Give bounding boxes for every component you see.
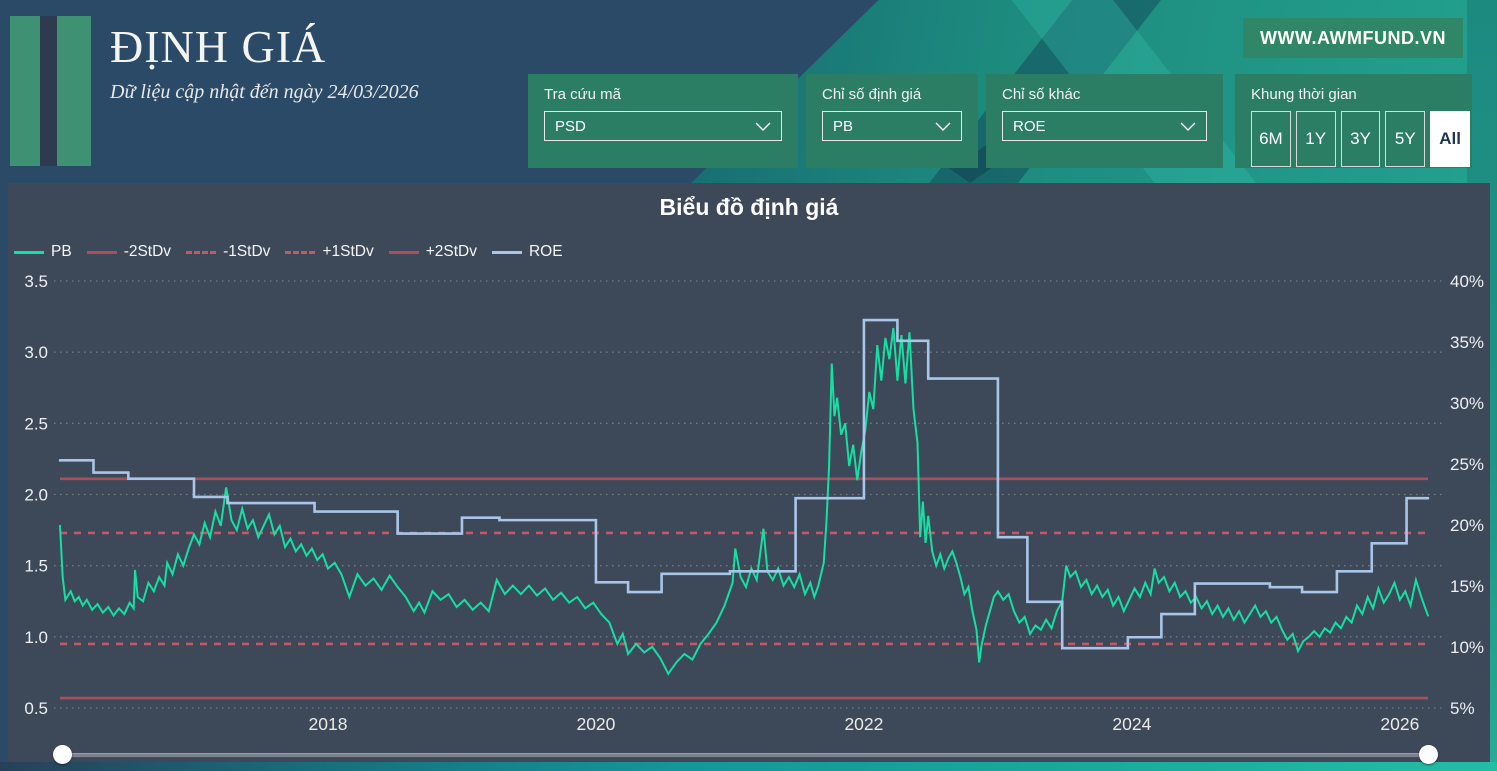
chevron-down-icon xyxy=(755,122,771,131)
date-range-slider xyxy=(8,744,1490,764)
timeframe-button-6m[interactable]: 6M xyxy=(1251,111,1291,167)
left-axis-tick: 3.5 xyxy=(24,272,48,291)
x-axis-tick: 2022 xyxy=(844,714,883,734)
right-axis-tick: 35% xyxy=(1450,333,1484,352)
right-axis-tick: 5% xyxy=(1450,699,1475,718)
timeframe-button-all[interactable]: All xyxy=(1430,111,1470,167)
right-axis-tick: 10% xyxy=(1450,638,1484,657)
left-axis-tick: 2.5 xyxy=(24,414,48,433)
logo xyxy=(10,16,91,166)
x-axis-tick: 2026 xyxy=(1380,714,1419,734)
title-block: ĐỊNH GIÁ Dữ liệu cập nhật đến ngày 24/03… xyxy=(110,21,419,104)
valuation-metric-select[interactable]: PB xyxy=(822,111,962,141)
right-axis-tick: 15% xyxy=(1450,577,1484,596)
page-title: ĐỊNH GIÁ xyxy=(110,21,327,72)
logo-bar xyxy=(57,16,91,166)
x-axis-tick: 2020 xyxy=(576,714,615,734)
other-metric-select-value: ROE xyxy=(1013,117,1046,135)
ticker-label: Tra cứu mã xyxy=(544,86,621,103)
left-axis-tick: 0.5 xyxy=(24,699,48,718)
left-axis-tick: 1.5 xyxy=(24,557,48,576)
valuation-metric-label: Chỉ số định giá xyxy=(822,86,922,103)
chevron-down-icon xyxy=(1180,122,1196,131)
logo-bar xyxy=(40,16,57,166)
right-axis-tick: 25% xyxy=(1450,455,1484,474)
valuation-metric-panel: Chỉ số định giá PB xyxy=(806,74,978,168)
left-axis-tick: 2.0 xyxy=(24,486,48,505)
slider-handle-left[interactable] xyxy=(53,745,72,764)
other-metric-select[interactable]: ROE xyxy=(1002,111,1207,141)
slider-track[interactable] xyxy=(54,753,1436,758)
timeframe-buttons: 6M 1Y 3Y 5Y All xyxy=(1251,111,1470,167)
x-axis-tick: 2024 xyxy=(1112,714,1151,734)
right-axis-tick: 20% xyxy=(1450,516,1484,535)
left-axis-tick: 1.0 xyxy=(24,628,48,647)
right-axis-tick: 30% xyxy=(1450,394,1484,413)
timeframe-panel: Khung thời gian 6M 1Y 3Y 5Y All xyxy=(1235,74,1472,168)
valuation-chart: 3.5 3.0 2.5 2.0 1.5 1.0 0.5 40% 35% 30% 25% 20% 15% 1… xyxy=(24,272,1484,734)
x-axis-tick: 2018 xyxy=(309,714,348,734)
ticker-select[interactable]: PSD xyxy=(544,111,782,141)
logo-bar xyxy=(10,16,40,166)
valuation-dashboard: ĐỊNH GIÁ Dữ liệu cập nhật đến ngày 24/03… xyxy=(0,0,1497,771)
other-metric-label: Chỉ số khác xyxy=(1002,86,1081,103)
timeframe-button-1y[interactable]: 1Y xyxy=(1295,111,1336,167)
ticker-panel: Tra cứu mã PSD xyxy=(528,74,798,168)
chart-panel: Biểu đồ định giá PB -2StDv -1StDv +1StDv +2S… xyxy=(8,183,1490,764)
timeframe-label: Khung thời gian xyxy=(1251,86,1357,103)
series-pb-line xyxy=(59,327,1429,676)
page-subtitle: Dữ liệu cập nhật đến ngày 24/03/2026 xyxy=(110,80,419,103)
series-roe-line xyxy=(58,318,1430,650)
timeframe-button-3y[interactable]: 3Y xyxy=(1340,111,1381,167)
website-badge[interactable]: WWW.AWMFUND.VN xyxy=(1243,18,1463,58)
valuation-metric-select-value: PB xyxy=(833,117,854,135)
other-metric-panel: Chỉ số khác ROE xyxy=(986,74,1223,168)
left-axis-tick: 3.0 xyxy=(24,343,48,362)
slider-handle-right[interactable] xyxy=(1419,745,1438,764)
right-axis-tick: 40% xyxy=(1450,272,1484,291)
ticker-select-value: PSD xyxy=(555,117,586,135)
chevron-down-icon xyxy=(935,122,951,131)
timeframe-button-5y[interactable]: 5Y xyxy=(1385,111,1426,167)
